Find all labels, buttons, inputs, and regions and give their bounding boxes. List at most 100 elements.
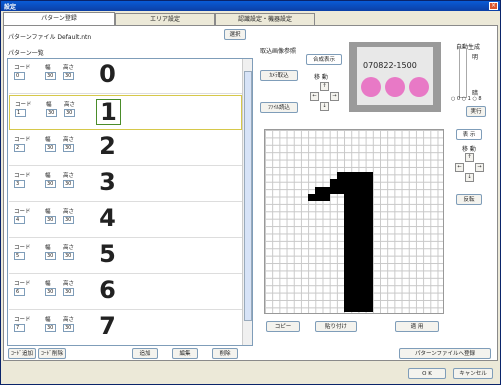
display-right-arrow[interactable]: → [475,163,484,172]
height-label: 高さ [64,102,76,108]
pattern-glyph: 0 [99,60,116,88]
width-field[interactable]: 30 [45,144,56,152]
pink-blob [409,77,429,97]
display-down-arrow[interactable]: ↓ [465,173,474,182]
width-field[interactable]: 30 [45,252,56,260]
code-field[interactable]: 0 [14,72,25,80]
tab-recognition-device-settings[interactable]: 認識設定・機器設定 [215,13,315,25]
code-field[interactable]: 4 [14,216,25,224]
camera-image: 070822-1500 [357,47,433,105]
code-field[interactable]: 5 [14,252,25,260]
capture-down-arrow[interactable]: ↓ [320,102,329,111]
pattern-glyph: 1 [96,99,121,125]
list-item[interactable]: コード 幅 高さ 7 30 30 7 [9,311,242,345]
composite-display-select[interactable]: 合成表示 [306,54,342,65]
height-label: 高さ [63,137,75,143]
pink-blob [361,77,381,97]
code-label: コード [14,137,31,143]
height-label: 高さ [63,173,75,179]
display-move-label: 移 動 [462,146,476,153]
height-field[interactable]: 30 [63,288,74,296]
display-up-arrow[interactable]: ↑ [465,153,474,162]
list-item-selected[interactable]: コード 幅 高さ 1 30 30 1 [9,95,242,130]
pattern-list[interactable]: コード 幅 高さ 0 30 30 0 コード 幅 高さ 1 30 30 1 コー… [7,58,253,346]
invert-button[interactable]: 反転 [456,194,482,205]
width-label: 幅 [45,65,51,71]
scrollbar-thumb[interactable] [244,71,252,321]
camera-preview: 070822-1500 [349,42,441,112]
paste-button[interactable]: 貼り付け [315,321,357,332]
code-delete-button[interactable]: ｺｰﾄﾞ削除 [38,348,66,359]
pixel-glyph-one [308,172,373,312]
height-label: 高さ [63,65,75,71]
code-label: コード [14,245,31,251]
tab-pattern-registration[interactable]: パターン登録 [3,12,115,25]
apply-button[interactable]: 適 用 [395,321,439,332]
width-field[interactable]: 30 [45,72,56,80]
code-label: コード [15,102,32,108]
tab-area-settings[interactable]: エリア設定 [115,13,215,25]
threshold-slider[interactable] [459,48,467,98]
width-label: 幅 [45,245,51,251]
list-item[interactable]: コード 幅 高さ 4 30 30 4 [9,203,242,238]
height-field[interactable]: 30 [63,252,74,260]
delete-button[interactable]: 削除 [212,348,238,359]
settings-window: 設定 × パターン登録 エリア設定 認識設定・機器設定 パターンファイル Def… [0,0,501,385]
code-field[interactable]: 6 [14,288,25,296]
width-field[interactable]: 30 [45,216,56,224]
display-left-arrow[interactable]: ← [455,163,464,172]
list-item[interactable]: コード 幅 高さ 5 30 30 5 [9,239,242,274]
code-label: コード [14,281,31,287]
code-field[interactable]: 3 [14,180,25,188]
capture-move-label: 移 動 [314,74,328,81]
height-field[interactable]: 30 [63,324,74,332]
height-field[interactable]: 30 [63,216,74,224]
code-add-button[interactable]: ｺｰﾄﾞ追加 [8,348,36,359]
auto-gen-options[interactable]: ○ 0 ○ 1 ○ 8 [451,96,482,102]
close-button[interactable]: × [489,2,498,10]
register-to-file-button[interactable]: パターンファイルへ登録 [399,348,491,359]
code-field[interactable]: 1 [15,109,26,117]
cancel-button[interactable]: キャンセル [453,368,493,379]
pattern-glyph: 4 [99,204,116,232]
run-button[interactable]: 実行 [466,106,486,117]
copy-button[interactable]: コピー [266,321,300,332]
capture-up-arrow[interactable]: ↑ [320,82,329,91]
code-field[interactable]: 2 [14,144,25,152]
width-field[interactable]: 30 [45,180,56,188]
width-label: 幅 [45,281,51,287]
list-item[interactable]: コード 幅 高さ 3 30 30 3 [9,167,242,202]
bright-label: 明 [472,54,479,61]
add-button[interactable]: 追加 [132,348,158,359]
list-scrollbar[interactable] [242,59,252,345]
edit-button[interactable]: 編集 [172,348,198,359]
camera-text: 070822-1500 [363,61,417,70]
list-item[interactable]: コード 幅 高さ 2 30 30 2 [9,131,242,166]
pattern-glyph: 5 [99,240,116,268]
width-label: 幅 [45,317,51,323]
width-label: 幅 [46,102,52,108]
camera-capture-button[interactable]: ｶﾒﾗ取込 [260,70,298,81]
height-field[interactable]: 30 [63,72,74,80]
select-file-button[interactable]: 選択 [224,29,246,40]
file-load-button[interactable]: ﾌｧｲﾙ読込 [260,102,298,113]
height-label: 高さ [63,281,75,287]
code-label: コード [14,65,31,71]
list-item[interactable]: コード 幅 高さ 0 30 30 0 [9,59,242,94]
capture-left-arrow[interactable]: ← [310,92,319,101]
width-field[interactable]: 30 [45,324,56,332]
list-item[interactable]: コード 幅 高さ 6 30 30 6 [9,275,242,310]
code-label: コード [14,209,31,215]
height-field[interactable]: 30 [63,144,74,152]
code-label: コード [14,173,31,179]
height-field[interactable]: 30 [63,180,74,188]
width-field[interactable]: 30 [45,288,56,296]
height-field[interactable]: 30 [64,109,75,117]
width-label: 幅 [45,137,51,143]
pixel-editor-grid[interactable] [264,129,444,314]
capture-right-arrow[interactable]: → [330,92,339,101]
width-field[interactable]: 30 [46,109,57,117]
ok-button[interactable]: O K [408,368,446,379]
code-field[interactable]: 7 [14,324,25,332]
window-title: 設定 [4,4,17,11]
